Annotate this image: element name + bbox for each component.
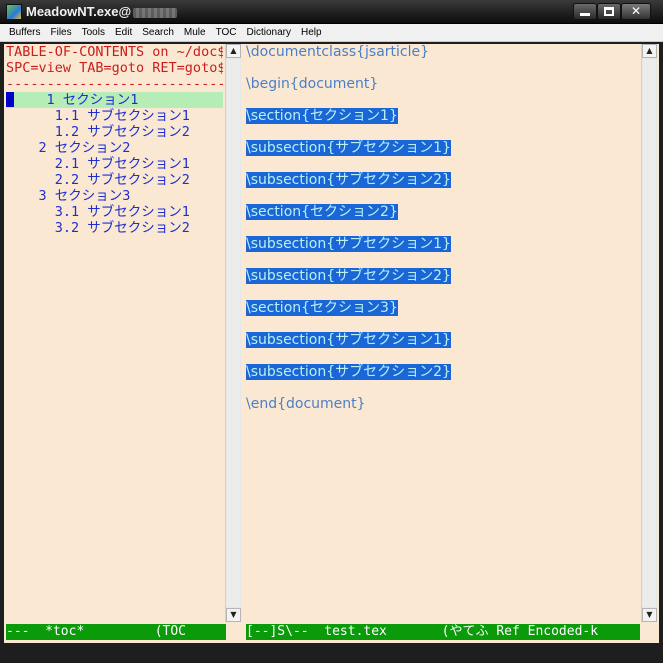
tex-text: \end{document} <box>246 396 366 412</box>
toc-header-line: TABLE-OF-CONTENTS on ~/doc$ <box>6 44 223 60</box>
tex-line[interactable] <box>246 284 640 300</box>
redacted-hostname <box>133 7 178 18</box>
highlighted-heading: \section{セクション3} <box>246 300 398 316</box>
highlighted-heading: \subsection{サブセクション1} <box>246 236 451 252</box>
toc-item-label: 1.1 サブセクション1 <box>6 108 190 124</box>
toc-mode-line: --- *toc* (TOC <box>6 624 226 640</box>
tex-mode-line: [--]S\-- test.tex (やてふ Ref Encoded-k <box>246 624 640 640</box>
toc-item[interactable]: 3.1 サブセクション1 <box>6 204 223 220</box>
tex-line[interactable]: \section{セクション3} <box>246 300 640 316</box>
tex-text: \documentclass{jsarticle} <box>246 44 430 60</box>
highlighted-heading: \subsection{サブセクション2} <box>246 172 451 188</box>
minibuffer[interactable] <box>4 642 659 643</box>
menu-mule[interactable]: Mule <box>179 27 211 38</box>
tex-scrollbar[interactable]: ▲ ▼ <box>641 44 657 622</box>
highlighted-heading: \subsection{サブセクション2} <box>246 364 451 380</box>
menu-bar: Buffers Files Tools Edit Search Mule TOC… <box>0 24 663 42</box>
tex-line[interactable] <box>246 220 640 236</box>
tex-line[interactable] <box>246 188 640 204</box>
maximize-icon <box>604 7 614 16</box>
highlighted-heading: \subsection{サブセクション1} <box>246 332 451 348</box>
toc-item-label: 2 セクション2 <box>6 140 131 156</box>
emacs-frame: TABLE-OF-CONTENTS on ~/doc$ SPC=view TAB… <box>4 44 659 643</box>
menu-dictionary[interactable]: Dictionary <box>242 27 296 38</box>
tex-line[interactable]: \subsection{サブセクション1} <box>246 236 640 252</box>
tex-line[interactable]: \subsection{サブセクション2} <box>246 364 640 380</box>
highlighted-heading: \section{セクション2} <box>246 204 398 220</box>
cursor <box>6 92 14 107</box>
toc-item[interactable]: 3.2 サブセクション2 <box>6 220 223 236</box>
tex-line-list: \documentclass{jsarticle} \begin{document… <box>246 44 640 412</box>
menu-toc[interactable]: TOC <box>211 27 242 38</box>
tex-line[interactable] <box>246 348 640 364</box>
toc-buffer[interactable]: TABLE-OF-CONTENTS on ~/doc$ SPC=view TAB… <box>6 44 223 622</box>
toc-item-label: 2.2 サブセクション2 <box>6 172 190 188</box>
tex-line[interactable]: \subsection{サブセクション2} <box>246 268 640 284</box>
scroll-up-icon[interactable]: ▲ <box>226 44 241 58</box>
toc-item[interactable]: 2.2 サブセクション2 <box>6 172 223 188</box>
menu-search[interactable]: Search <box>137 27 179 38</box>
tex-line[interactable] <box>246 380 640 396</box>
tex-line[interactable]: \end{document} <box>246 396 640 412</box>
toc-help-line: SPC=view TAB=goto RET=goto$ <box>6 60 223 76</box>
tex-buffer[interactable]: \documentclass{jsarticle} \begin{document… <box>246 44 640 622</box>
close-button[interactable]: ✕ <box>621 3 651 20</box>
minimize-button[interactable] <box>573 3 597 20</box>
toc-item-label: 2.1 サブセクション1 <box>6 156 190 172</box>
toc-item-label: 1 セクション1 <box>14 92 139 108</box>
toc-item[interactable]: 1 セクション1 <box>6 92 223 108</box>
menu-files[interactable]: Files <box>46 27 77 38</box>
menu-help[interactable]: Help <box>296 27 327 38</box>
tex-line[interactable] <box>246 60 640 76</box>
tex-line[interactable]: \subsection{サブセクション1} <box>246 332 640 348</box>
toc-item[interactable]: 2 セクション2 <box>6 140 223 156</box>
menu-buffers[interactable]: Buffers <box>4 27 46 38</box>
scroll-track[interactable] <box>227 59 240 607</box>
tex-line[interactable] <box>246 124 640 140</box>
maximize-button[interactable] <box>597 3 621 20</box>
toc-item[interactable]: 1.1 サブセクション1 <box>6 108 223 124</box>
scroll-up-icon[interactable]: ▲ <box>642 44 657 58</box>
tex-line[interactable]: \documentclass{jsarticle} <box>246 44 640 60</box>
highlighted-heading: \section{セクション1} <box>246 108 398 124</box>
toc-item[interactable]: 3 セクション3 <box>6 188 223 204</box>
close-icon: ✕ <box>630 4 642 18</box>
menu-tools[interactable]: Tools <box>77 27 110 38</box>
toc-scrollbar[interactable]: ▲ ▼ <box>225 44 241 622</box>
tex-line[interactable]: \section{セクション2} <box>246 204 640 220</box>
tex-line[interactable] <box>246 156 640 172</box>
menu-edit[interactable]: Edit <box>110 27 137 38</box>
toc-item-label: 3.2 サブセクション2 <box>6 220 190 236</box>
scroll-down-icon[interactable]: ▼ <box>226 608 241 622</box>
toc-item-label: 3 セクション3 <box>6 188 131 204</box>
app-icon <box>6 4 22 20</box>
tex-line[interactable]: \begin{document} <box>246 76 640 92</box>
highlighted-heading: \subsection{サブセクション1} <box>246 140 451 156</box>
meadow-window: MeadowNT.exe@ ✕ Buffers Files Tools Edit… <box>0 0 663 663</box>
minimize-icon <box>580 13 590 16</box>
toc-item[interactable]: 2.1 サブセクション1 <box>6 156 223 172</box>
tex-line[interactable]: \subsection{サブセクション1} <box>246 140 640 156</box>
toc-separator-line: ---------------------------$ <box>6 76 223 92</box>
scroll-track[interactable] <box>643 59 656 607</box>
highlighted-heading: \subsection{サブセクション2} <box>246 268 451 284</box>
tex-line[interactable] <box>246 252 640 268</box>
tex-line[interactable] <box>246 92 640 108</box>
title-bar[interactable]: MeadowNT.exe@ ✕ <box>0 0 663 24</box>
scroll-down-icon[interactable]: ▼ <box>642 608 657 622</box>
toc-item-list: 1 セクション1 1.1 サブセクション1 1.2 サブセクション2 2 セクシ… <box>6 92 223 236</box>
toc-item-label: 3.1 サブセクション1 <box>6 204 190 220</box>
tex-line[interactable]: \section{セクション1} <box>246 108 640 124</box>
tex-line[interactable] <box>246 316 640 332</box>
toc-item-label: 1.2 サブセクション2 <box>6 124 190 140</box>
tex-line[interactable]: \subsection{サブセクション2} <box>246 172 640 188</box>
window-title: MeadowNT.exe@ <box>26 4 178 19</box>
tex-text: \begin{document} <box>246 76 379 92</box>
toc-item[interactable]: 1.2 サブセクション2 <box>6 124 223 140</box>
